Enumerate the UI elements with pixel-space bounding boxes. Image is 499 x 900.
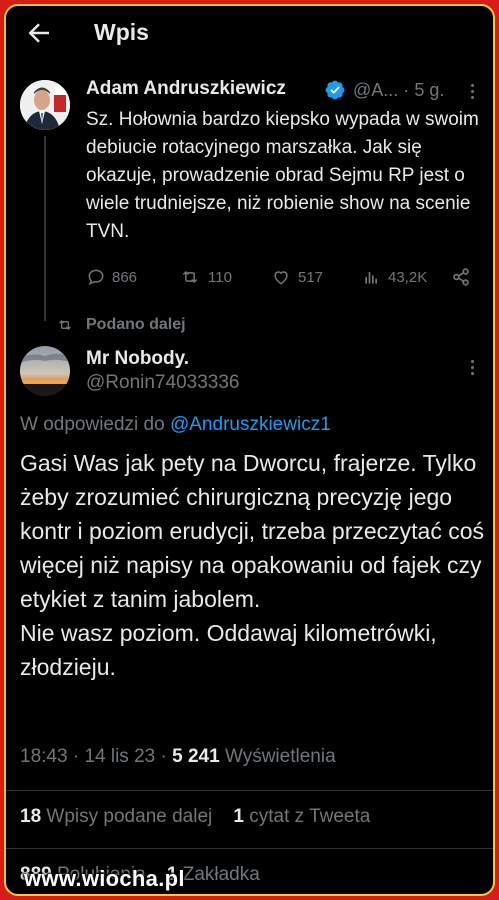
divider xyxy=(6,848,493,849)
avatar[interactable] xyxy=(20,80,70,130)
share-button[interactable] xyxy=(450,264,478,290)
views-label: Wyświetlenia xyxy=(224,746,336,767)
meta-separator: · xyxy=(403,80,410,100)
thread-line xyxy=(44,136,46,321)
repost-icon xyxy=(182,270,198,284)
engagement-stats: 18 Wpisy podane dalej 1 cytat z Tweeta xyxy=(20,806,370,828)
repost-count: 110 xyxy=(208,268,232,286)
author-photo-icon xyxy=(20,80,70,130)
post-date[interactable]: 14 lis 23 xyxy=(84,746,155,767)
views-button[interactable]: 43,2K xyxy=(362,264,427,290)
repost-label: Podano dalej xyxy=(86,316,186,333)
divider xyxy=(6,790,493,791)
page-title: Wpis xyxy=(94,19,149,45)
reposts-stat[interactable]: 18 Wpisy podane dalej xyxy=(20,806,212,827)
post-time[interactable]: 18:43 xyxy=(20,746,68,767)
reply-icon xyxy=(88,269,104,286)
reply-context: W odpowiedzi do @Andruszkiewicz1 xyxy=(20,414,331,436)
original-author-handle[interactable]: @A... xyxy=(353,80,398,100)
sunset-photo-icon xyxy=(20,346,70,396)
views-count: 43,2K xyxy=(388,268,428,286)
original-author-name[interactable]: Adam Andruszkiewicz xyxy=(86,78,286,100)
original-post-text: Sz. Hołownia bardzo kiepsko wypada w swo… xyxy=(86,109,479,242)
quotes-count: 1 xyxy=(233,806,244,827)
like-count: 517 xyxy=(298,268,324,286)
quotes-stat[interactable]: 1 cytat z Tweeta xyxy=(233,806,370,827)
avatar[interactable] xyxy=(20,346,70,396)
top-bar: Wpis xyxy=(6,6,493,60)
reply-post-text: Gasi Was jak pety na Dworcu, frajerze. T… xyxy=(20,450,485,680)
reposts-count: 18 xyxy=(20,806,42,827)
heart-icon xyxy=(274,271,288,285)
more-options-icon[interactable] xyxy=(464,82,482,100)
more-options-icon[interactable] xyxy=(464,358,482,376)
original-author-meta: @A... · 5 g. xyxy=(353,80,444,101)
app-frame: Wpis Adam Andruszkiewicz @A... · 5 g. Sz… xyxy=(4,4,495,896)
reply-author-name[interactable]: Mr Nobody. xyxy=(86,348,189,370)
reply-to-link[interactable]: @Andruszkiewicz1 xyxy=(170,414,331,435)
analytics-icon xyxy=(365,272,377,284)
back-arrow-icon[interactable] xyxy=(24,18,54,48)
post-metadata: 18:43 · 14 lis 23 · 5 241 Wyświetlenia xyxy=(20,746,336,767)
repost-indicator: Podano dalej xyxy=(56,314,186,336)
post-time-ago[interactable]: 5 g. xyxy=(414,80,444,100)
reply-count: 866 xyxy=(112,268,138,286)
repost-button[interactable]: 110 xyxy=(178,264,232,290)
quotes-label: cytat z Tweeta xyxy=(249,806,371,827)
original-post-actions: 866 110 517 43,2K xyxy=(86,264,486,290)
reply-to-prefix: W odpowiedzi do xyxy=(20,414,170,435)
bookmarks-label: Zakładka xyxy=(182,864,260,885)
verified-badge-icon xyxy=(325,80,345,100)
reposts-label: Wpisy podane dalej xyxy=(46,806,213,827)
watermark: www.wiocha.pl xyxy=(24,866,185,891)
share-icon xyxy=(453,268,469,286)
views-count: 5 241 xyxy=(172,746,220,767)
reply-author-handle[interactable]: @Ronin74033336 xyxy=(86,372,239,394)
like-button[interactable]: 517 xyxy=(270,264,323,290)
reply-button[interactable]: 866 xyxy=(86,264,137,290)
repost-small-icon xyxy=(59,320,71,330)
